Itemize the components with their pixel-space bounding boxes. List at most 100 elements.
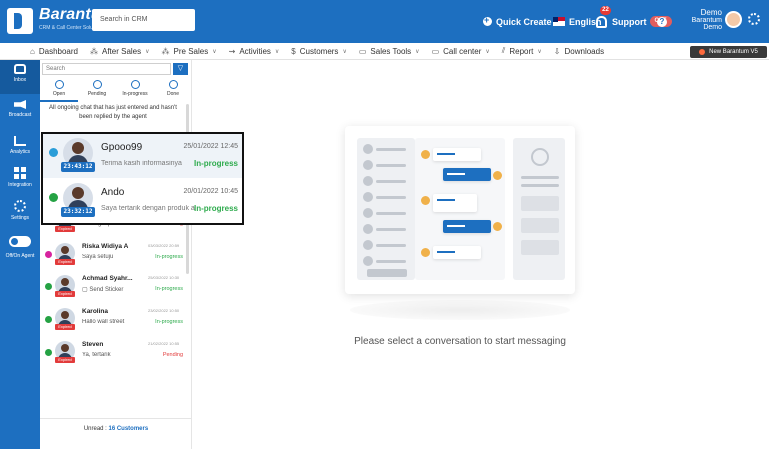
tab-label: In-progress <box>122 91 148 97</box>
chat-list-panel: Search ▽ Open Pending In-progress Done A… <box>40 60 192 449</box>
toggle-icon[interactable] <box>9 236 31 247</box>
nav-item-label: Report <box>509 46 534 56</box>
support-label: Support <box>612 16 647 27</box>
nav-item-label: Downloads <box>564 46 605 56</box>
illustration-avatar <box>493 171 502 180</box>
sidebar-item-inbox[interactable]: Inbox <box>0 60 40 94</box>
illustration-input-bar <box>367 269 407 277</box>
user-name: Demo <box>700 8 722 17</box>
status-badge: Pending <box>162 352 183 358</box>
last-message: ▢ Send Sticker <box>82 287 124 293</box>
tab-done[interactable]: Done <box>154 78 192 102</box>
tab-label: Pending <box>87 91 107 97</box>
unread-count[interactable]: 16 Customers <box>109 426 149 432</box>
home-icon: ⌂ <box>30 46 35 56</box>
in-progress-icon <box>130 80 140 89</box>
illustration-avatar <box>493 222 502 231</box>
contact-name: Karolina <box>82 308 109 315</box>
last-message: Hallo wall street <box>82 319 125 325</box>
chat-date: 20/01/2022 10:45 <box>183 188 239 195</box>
chat-search-input[interactable]: Search <box>42 63 171 75</box>
analytics-icon <box>14 136 26 146</box>
whatsapp-icon <box>45 349 52 356</box>
rocket-icon <box>699 49 706 55</box>
sidebar-item-analytics[interactable]: Analytics <box>0 136 40 155</box>
nav-item-sales-tools[interactable]: ▭ Sales Tools ∨ <box>359 47 420 56</box>
crm-search-input[interactable]: Search in CRM <box>92 9 195 31</box>
nav-item-pre-sales[interactable]: ⁂ Pre Sales ∨ <box>162 47 217 56</box>
tab-in-progress[interactable]: In-progress <box>116 78 154 102</box>
sidebar-item-settings[interactable]: Settings <box>0 200 40 221</box>
list-item[interactable]: 23:32:12 Ando 20/01/2022 10:45 Saya tert… <box>43 179 242 223</box>
nav-item-label: Dashboard <box>38 46 78 56</box>
expired-badge: Expired <box>55 259 75 265</box>
notification-count-badge: 22 <box>600 6 611 15</box>
user-info[interactable]: Demo Barantum Demo <box>672 8 722 31</box>
tab-pending[interactable]: Pending <box>78 78 116 102</box>
nav-item-report[interactable]: ⫽ Report ∨ <box>502 46 542 56</box>
illustration-contact-row <box>363 176 409 186</box>
pending-icon <box>92 80 102 89</box>
illustration-profile-box <box>521 240 559 255</box>
inbox-icon <box>14 64 26 74</box>
contact-name: Riska Widiya A <box>82 243 129 250</box>
whatsapp-icon <box>49 193 58 202</box>
illustration-contact-row <box>363 224 409 234</box>
quick-create-button[interactable]: Quick Create <box>483 0 552 43</box>
highlighted-conversations: 23:43:12 Gpooo99 25/01/2022 12:45 Terima… <box>41 132 244 225</box>
list-item[interactable]: 23:43:12 Gpooo99 25/01/2022 12:45 Terima… <box>43 134 242 178</box>
main-nav: ⌂ Dashboard ⁂ After Sales ∨ ⁂ Pre Sales ∨ ⇝ Activ… <box>0 43 769 60</box>
nav-item-call-center[interactable]: ▭ Call center ∨ <box>432 47 490 56</box>
list-item[interactable]: Expired Achmad Syahr... 25/03/2022 10:30 ▢ … <box>40 269 186 302</box>
list-item[interactable]: Expired Riska Widiya A 03/03/2022 20:59 Say… <box>40 237 186 270</box>
illustration-avatar <box>421 150 430 159</box>
sidebar-item-broadcast[interactable]: Broadcast <box>0 100 40 118</box>
new-version-label: New Barantum V5 <box>709 49 758 55</box>
chevron-down-icon: ∨ <box>212 48 217 55</box>
contact-name: Achmad Syahr... <box>82 275 133 282</box>
nav-item-label: Call center <box>443 46 482 56</box>
expired-badge: Expired <box>55 357 75 363</box>
illustration-profile-line <box>521 184 559 187</box>
gear-icon[interactable] <box>748 13 760 25</box>
whatsapp-icon <box>45 316 52 323</box>
list-item[interactable]: Expired Karolina 23/02/2022 10:50 Hallo wal… <box>40 302 186 335</box>
illustration-profile-box <box>521 218 559 233</box>
top-header: Barantum CRM & Call Center Solution Sear… <box>0 0 769 43</box>
filter-icon[interactable]: ▽ <box>173 63 188 75</box>
sidebar-item-agent-toggle[interactable]: Off/On Agent <box>0 236 40 259</box>
contact-name: Ando <box>101 187 125 198</box>
illustration-bubble <box>443 168 491 181</box>
broadcast-icon <box>14 100 26 109</box>
tab-open[interactable]: Open <box>40 78 78 102</box>
done-icon <box>168 80 178 89</box>
help-button[interactable]: ? <box>657 0 667 43</box>
list-item[interactable]: Expired Steven 21/02/2022 10:55 Ya, tertari… <box>40 335 186 368</box>
nav-item-downloads[interactable]: ⇩ Downloads <box>554 47 604 56</box>
quick-create-label: Quick Create <box>496 16 552 27</box>
language-selector[interactable]: English <box>553 0 602 43</box>
nav-item-label: After Sales <box>101 46 142 56</box>
nav-item-after-sales[interactable]: ⁂ After Sales ∨ <box>90 47 150 56</box>
sidebar-item-label: Settings <box>10 215 30 221</box>
user-avatar[interactable] <box>725 11 742 28</box>
nav-item-customers[interactable]: $ Customers ∨ <box>291 47 347 56</box>
chat-timer: 23:32:12 <box>61 207 95 217</box>
nav-item-activities[interactable]: ⇝ Activities ∨ <box>229 47 280 56</box>
last-message: Saya tertarik dengan produk a... <box>101 205 195 212</box>
new-version-button[interactable]: New Barantum V5 <box>690 46 767 58</box>
sidebar-item-label: Analytics <box>9 149 30 155</box>
nav-item-label: Sales Tools <box>370 46 412 56</box>
illustration-profile-box <box>521 196 559 211</box>
sidebar-item-label: Inbox <box>13 77 27 83</box>
illustration-contact-row <box>363 256 409 266</box>
tab-label: Open <box>52 91 66 97</box>
last-message: Terima kasih informasinya <box>101 160 182 167</box>
barantum-logo-icon[interactable] <box>7 8 33 34</box>
tab-label: Done <box>167 91 179 97</box>
empty-state-illustration <box>345 126 575 294</box>
illustration-bubble <box>433 148 481 161</box>
nav-item-dashboard[interactable]: ⌂ Dashboard <box>30 47 78 56</box>
customers-icon: $ <box>291 46 296 56</box>
sidebar-item-integration[interactable]: Integration <box>0 167 40 188</box>
